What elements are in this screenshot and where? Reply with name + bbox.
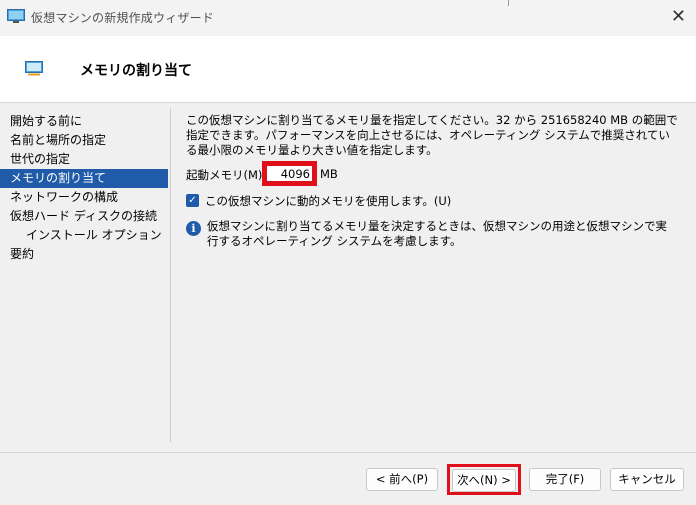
startup-memory-label: 起動メモリ(M):: [186, 168, 267, 182]
nav-item-install-options[interactable]: インストール オプション: [0, 226, 168, 245]
nav-item-memory[interactable]: メモリの割り当て: [0, 169, 168, 188]
page-title: メモリの割り当て: [80, 63, 192, 79]
nav-item-networking[interactable]: ネットワークの構成: [0, 188, 168, 207]
startup-memory-highlight: [262, 161, 317, 186]
footer-divider: [0, 452, 696, 453]
nav-item-name-location[interactable]: 名前と場所の指定: [0, 131, 168, 150]
nav-item-virtual-disk[interactable]: 仮想ハード ディスクの接続: [0, 207, 168, 226]
nav-divider: [170, 108, 171, 442]
wizard-header: メモリの割り当て: [0, 36, 696, 103]
back-button[interactable]: < 前へ(P): [366, 468, 438, 491]
memory-content: この仮想マシンに割り当てるメモリ量を指定してください。32 から 2516582…: [186, 113, 686, 248]
dynamic-memory-checkbox[interactable]: ✓: [186, 194, 199, 207]
wizard-steps-nav: 開始する前に 名前と場所の指定 世代の指定 メモリの割り当て ネットワークの構成…: [0, 112, 168, 264]
close-icon[interactable]: ✕: [671, 6, 686, 27]
startup-memory-unit: MB: [320, 167, 338, 181]
hyper-v-window-icon: [7, 9, 25, 23]
nav-item-generation[interactable]: 世代の指定: [0, 150, 168, 169]
memory-description: この仮想マシンに割り当てるメモリ量を指定してください。32 から 2516582…: [186, 113, 678, 157]
dynamic-memory-label[interactable]: この仮想マシンに動的メモリを使用します。(U): [205, 193, 451, 209]
cancel-button[interactable]: キャンセル: [610, 468, 684, 491]
info-icon: i: [186, 221, 201, 236]
startup-memory-input[interactable]: [267, 166, 312, 181]
memory-page-icon: [25, 61, 43, 76]
background-artifact: [508, 0, 509, 6]
nav-item-summary[interactable]: 要約: [0, 245, 168, 264]
window-title: 仮想マシンの新規作成ウィザード: [31, 11, 215, 25]
next-button[interactable]: 次へ(N) >: [452, 469, 516, 492]
nav-item-before-you-begin[interactable]: 開始する前に: [0, 112, 168, 131]
title-bar: 仮想マシンの新規作成ウィザード ✕: [0, 0, 696, 36]
finish-button[interactable]: 完了(F): [529, 468, 601, 491]
info-text: 仮想マシンに割り当てるメモリ量を決定するときは、仮想マシンの用途と仮想マシンで実…: [207, 219, 667, 248]
